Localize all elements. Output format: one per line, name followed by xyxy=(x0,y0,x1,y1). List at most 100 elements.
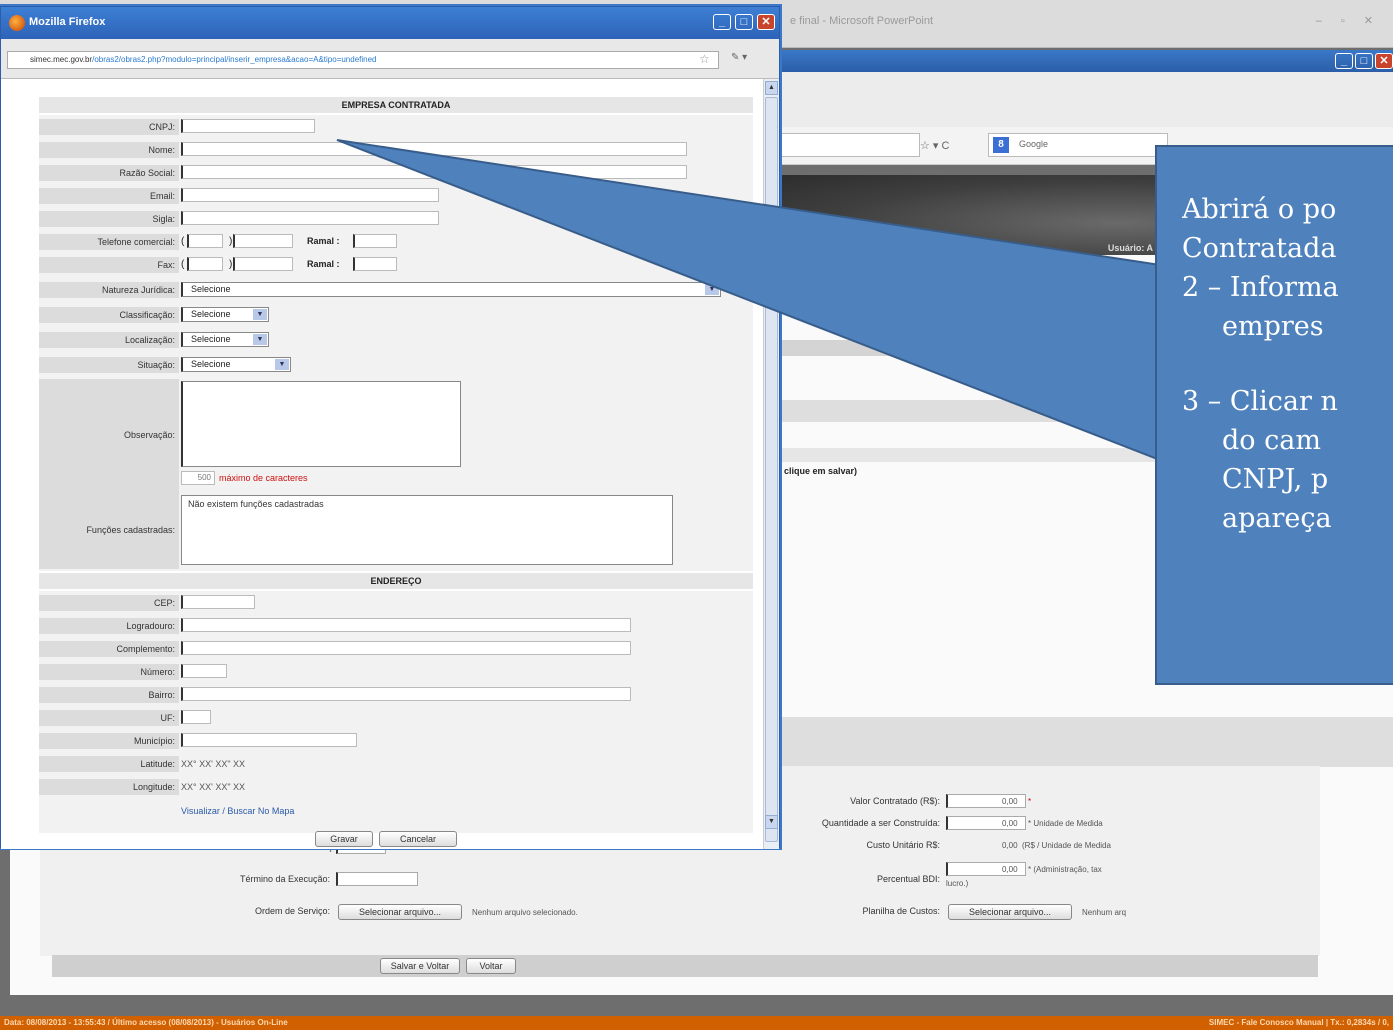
google-icon: 8 xyxy=(993,137,1009,153)
url-domain: simec.mec.gov.br xyxy=(30,55,93,64)
firefox-icon xyxy=(9,15,25,31)
minimize-icon[interactable]: _ xyxy=(713,14,731,30)
bookmark-star-icon[interactable]: ☆ xyxy=(699,52,710,66)
latitude-value: XX° XX' XX" XX xyxy=(181,759,246,769)
scroll-up-icon[interactable]: ▲ xyxy=(765,81,778,95)
star-icon[interactable]: ☆ ▾ C xyxy=(920,139,949,152)
save-button[interactable]: Gravar xyxy=(315,831,373,847)
chevron-down-icon: ▼ xyxy=(253,309,267,320)
planilha-file-status: Nenhum arq xyxy=(1082,908,1127,917)
funcoes-list[interactable]: Não existem funções cadastradas xyxy=(181,495,673,565)
funcoes-text: Não existem funções cadastradas xyxy=(188,499,324,509)
close-icon[interactable]: ✕ xyxy=(1375,53,1393,69)
planilha-label: Planilha de Custos: xyxy=(862,906,940,916)
maximize-icon[interactable]: □ xyxy=(735,14,753,30)
popup-titlebar: Mozilla Firefox _ □ ✕ xyxy=(1,7,779,39)
fax-paren: ( xyxy=(181,259,185,270)
close-icon[interactable]: ✕ xyxy=(757,14,775,30)
telefone-label: Telefone comercial: xyxy=(39,234,179,250)
scroll-down-icon[interactable]: ▼ xyxy=(765,815,778,829)
popup-url-bar: simec.mec.gov.br/obras2/obras2.php?modul… xyxy=(1,39,779,79)
custo-label: Custo Unitário R$: xyxy=(866,840,940,850)
quantidade-value: 0,00 xyxy=(1002,819,1018,828)
telefone-ramal-input[interactable] xyxy=(353,234,397,248)
logradouro-input[interactable] xyxy=(181,618,631,632)
razao-label: Razão Social: xyxy=(39,165,179,181)
fax-ramal-input[interactable] xyxy=(353,257,397,271)
termino-input[interactable] xyxy=(336,872,418,886)
razao-input[interactable] xyxy=(181,165,687,179)
bairro-label: Bairro: xyxy=(39,687,179,703)
addon-icon[interactable]: ✎ ▾ xyxy=(731,52,747,63)
localizacao-select[interactable]: Selecione ▼ xyxy=(181,332,269,347)
logradouro-label: Logradouro: xyxy=(39,618,179,634)
popup-content: EMPRESA CONTRATADA CNPJ: Nome: Razão Soc… xyxy=(1,79,763,849)
natureza-select[interactable]: Selecione ▼ xyxy=(181,282,721,297)
ordem-file-button[interactable]: Selecionar arquivo... xyxy=(338,904,462,920)
valor-label: Valor Contratado (R$): xyxy=(850,796,940,806)
situacao-value: Selecione xyxy=(191,359,231,369)
search-placeholder: Google xyxy=(1019,139,1049,149)
callout-line: 3 – Clicar n xyxy=(1182,386,1338,417)
url-field[interactable]: simec.mec.gov.br/obras2/obras2.php?modul… xyxy=(7,51,719,69)
fax-ddd-input[interactable] xyxy=(187,257,223,271)
ordem-file-status: Nenhum arquivo selecionado. xyxy=(472,908,578,917)
cancel-button[interactable]: Cancelar xyxy=(379,831,457,847)
url-path: /obras2/obras2.php?modulo=principal/inse… xyxy=(92,55,377,64)
observacao-label: Observação: xyxy=(39,379,179,491)
save-hint: clique em salvar) xyxy=(784,466,858,476)
telefone-ddd-input[interactable] xyxy=(187,234,223,248)
email-label: Email: xyxy=(39,188,179,204)
observacao-textarea[interactable] xyxy=(181,381,461,467)
callout-text: Abrirá o po Contratada 2 – Informa empre… xyxy=(1182,190,1393,538)
chevron-down-icon: ▼ xyxy=(253,334,267,345)
background-url-field[interactable] xyxy=(780,133,920,157)
minimize-icon[interactable]: _ xyxy=(1335,53,1353,69)
cep-input[interactable] xyxy=(181,595,255,609)
background-window-controls[interactable]: – ▫ ✕ xyxy=(1316,14,1381,27)
fax-label: Fax: xyxy=(39,257,179,273)
valor-note: * xyxy=(1028,797,1032,806)
search-input[interactable]: 8 Google xyxy=(988,133,1168,157)
classificacao-value: Selecione xyxy=(191,309,231,319)
popup-scrollbar[interactable]: ▲ ▼ xyxy=(763,79,779,849)
callout-line: empres xyxy=(1222,311,1324,342)
custo-value: 0,00 xyxy=(1002,841,1018,850)
complemento-input[interactable] xyxy=(181,641,631,655)
nome-input[interactable] xyxy=(181,142,687,156)
callout-line: Abrirá o po xyxy=(1182,194,1337,225)
back-button[interactable]: Voltar xyxy=(466,958,516,974)
cnpj-input[interactable] xyxy=(181,119,315,133)
status-left: Data: 08/08/2013 - 13:55:43 / Último ace… xyxy=(4,1018,288,1027)
telefone-input[interactable] xyxy=(233,234,293,248)
situacao-select[interactable]: Selecione ▼ xyxy=(181,357,291,372)
bdi-extra: lucro.) xyxy=(946,879,969,888)
uf-label: UF: xyxy=(39,710,179,726)
natureza-value: Selecione xyxy=(191,284,231,294)
municipio-input[interactable] xyxy=(181,733,357,747)
localizacao-value: Selecione xyxy=(191,334,231,344)
numero-input[interactable] xyxy=(181,664,227,678)
complemento-label: Complemento: xyxy=(39,641,179,657)
fax-ramal-label: Ramal : xyxy=(307,259,340,269)
latitude-label: Latitude: xyxy=(39,756,179,772)
popup-title: Mozilla Firefox xyxy=(29,16,106,28)
save-back-button[interactable]: Salvar e Voltar xyxy=(380,958,460,974)
cep-label: CEP: xyxy=(39,595,179,611)
uf-input[interactable] xyxy=(181,710,211,724)
email-input[interactable] xyxy=(181,188,439,202)
popup-window: Mozilla Firefox _ □ ✕ simec.mec.gov.br/o… xyxy=(0,6,780,849)
fax-input[interactable] xyxy=(233,257,293,271)
sigla-input[interactable] xyxy=(181,211,439,225)
situacao-label: Situação: xyxy=(39,357,179,373)
classificacao-select[interactable]: Selecione ▼ xyxy=(181,307,269,322)
char-hint: máximo de caracteres xyxy=(219,473,308,483)
bdi-note: * (Administração, tax xyxy=(1028,865,1102,874)
map-link[interactable]: Visualizar / Buscar No Mapa xyxy=(181,806,294,816)
scrollbar-thumb[interactable] xyxy=(765,97,778,842)
custo-note: (R$ / Unidade de Medida xyxy=(1022,841,1111,850)
maximize-icon[interactable]: □ xyxy=(1355,53,1373,69)
funcoes-label: Funções cadastradas: xyxy=(39,491,179,569)
bairro-input[interactable] xyxy=(181,687,631,701)
planilha-file-button[interactable]: Selecionar arquivo... xyxy=(948,904,1072,920)
